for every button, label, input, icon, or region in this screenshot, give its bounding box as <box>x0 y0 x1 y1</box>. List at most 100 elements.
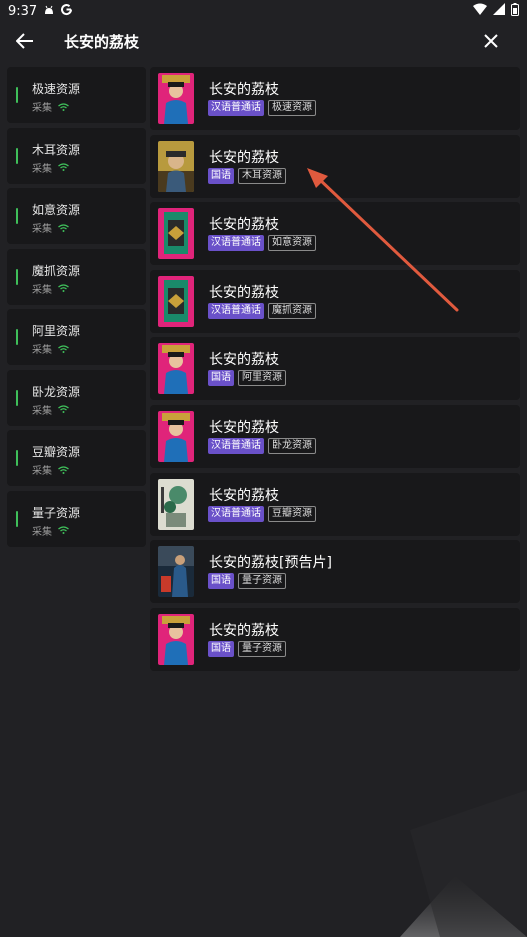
result-title: 长安的荔枝 <box>209 622 279 639</box>
signal-icon <box>493 3 505 19</box>
source-item-wolong[interactable]: 卧龙资源 采集 <box>7 369 146 426</box>
result-card[interactable]: 长安的荔枝 国语 阿里资源 <box>150 337 520 401</box>
source-name: 如意资源 <box>32 203 81 217</box>
source-indicator <box>16 87 18 103</box>
source-tag: 木耳资源 <box>238 167 286 184</box>
result-tags: 汉语普通话 豆瓣资源 <box>208 505 316 522</box>
result-title: 长安的荔枝 <box>209 149 279 166</box>
source-tag: 量子资源 <box>238 573 286 590</box>
result-tags: 汉语普通话 如意资源 <box>208 235 316 252</box>
source-tag: 魔抓资源 <box>268 302 316 319</box>
source-name: 卧龙资源 <box>32 384 81 399</box>
result-card[interactable]: 长安的荔枝 汉语普通话 魔抓资源 <box>150 269 520 333</box>
source-status: 采集 <box>32 523 69 538</box>
poster-image <box>158 546 194 598</box>
source-name: 豆瓣资源 <box>32 445 81 459</box>
result-tags: 汉语普通话 魔抓资源 <box>208 302 316 319</box>
result-title: 长安的荔枝 <box>209 284 279 301</box>
page-title: 长安的荔枝 <box>64 33 140 51</box>
source-tag: 卧龙资源 <box>268 437 316 454</box>
wifi-icon <box>58 163 69 171</box>
language-tag: 汉语普通话 <box>208 505 264 522</box>
source-item-liangzi[interactable]: 量子资源 采集 <box>7 490 146 547</box>
result-title: 长安的荔枝 <box>209 352 279 369</box>
result-tags: 汉语普通话 卧龙资源 <box>208 437 316 454</box>
language-tag: 汉语普通话 <box>208 437 264 454</box>
poster-image <box>158 410 194 462</box>
source-status: 采集 <box>32 341 69 356</box>
source-indicator <box>16 268 18 285</box>
status-right <box>473 2 519 20</box>
poster-image <box>158 478 194 530</box>
poster-image <box>158 613 194 665</box>
language-tag: 国语 <box>208 573 234 590</box>
close-button[interactable] <box>478 28 504 54</box>
source-status: 采集 <box>32 462 69 477</box>
language-tag: 国语 <box>208 640 234 657</box>
status-time: 9:37 <box>8 3 38 19</box>
language-tag: 国语 <box>208 167 234 184</box>
source-tag: 如意资源 <box>268 235 316 252</box>
result-title: 长安的荔枝 <box>209 217 279 234</box>
source-item-douban[interactable]: 豆瓣资源 采集 <box>7 430 146 486</box>
google-icon <box>60 3 73 19</box>
result-card[interactable]: 长安的荔枝 汉语普通话 极速资源 <box>150 67 520 130</box>
source-name: 阿里资源 <box>32 324 81 338</box>
source-tag: 阿里资源 <box>238 370 286 387</box>
source-status: 采集 <box>32 160 69 175</box>
source-status: 采集 <box>32 402 69 417</box>
source-name: 极速资源 <box>32 82 81 96</box>
source-tag: 量子资源 <box>238 640 286 657</box>
source-tag: 极速资源 <box>268 100 316 116</box>
source-status: 采集 <box>32 281 69 296</box>
wifi-icon <box>473 3 487 19</box>
wifi-icon <box>58 344 69 353</box>
result-tags: 国语 量子资源 <box>208 573 286 590</box>
wifi-icon <box>58 284 69 292</box>
result-card[interactable]: 长安的荔枝 国语 量子资源 <box>150 607 520 671</box>
source-tag: 豆瓣资源 <box>268 505 316 522</box>
source-item-muer[interactable]: 木耳资源 采集 <box>7 127 146 184</box>
result-title: 长安的荔枝 <box>209 487 279 504</box>
result-card[interactable]: 长安的荔枝 汉语普通话 豆瓣资源 <box>150 472 520 536</box>
results-list: 长安的荔枝 汉语普通话 极速资源 长安的荔枝 国语 木耳资源 长安的荔枝 汉语普… <box>150 67 520 675</box>
close-icon <box>484 34 498 48</box>
source-item-ruyi[interactable]: 如意资源 采集 <box>7 188 146 244</box>
result-tags: 国语 阿里资源 <box>208 370 286 387</box>
status-bar: 9:37 <box>0 0 527 22</box>
source-indicator <box>16 329 18 345</box>
poster-image <box>158 275 194 327</box>
back-arrow-icon <box>16 33 33 49</box>
poster-image <box>158 343 194 395</box>
source-name: 量子资源 <box>32 505 81 520</box>
result-card[interactable]: 长安的荔枝 汉语普通话 如意资源 <box>150 202 520 266</box>
result-card[interactable]: 长安的荔枝[预告片] 国语 量子资源 <box>150 540 520 604</box>
language-tag: 汉语普通话 <box>208 302 264 319</box>
source-name: 魔抓资源 <box>32 263 81 278</box>
poster-image <box>158 73 194 124</box>
wifi-icon <box>58 405 69 413</box>
result-tags: 汉语普通话 极速资源 <box>208 100 316 116</box>
wifi-icon <box>58 526 69 534</box>
source-status: 采集 <box>32 99 69 114</box>
back-button[interactable] <box>12 28 38 54</box>
source-item-ali[interactable]: 阿里资源 采集 <box>7 309 146 365</box>
wifi-icon <box>58 223 69 232</box>
wifi-icon <box>58 465 69 474</box>
result-title: 长安的荔枝[预告片] <box>209 555 332 572</box>
source-status: 采集 <box>32 220 69 235</box>
source-indicator <box>16 510 18 527</box>
language-tag: 汉语普通话 <box>208 100 264 116</box>
source-indicator <box>16 208 18 224</box>
source-indicator <box>16 147 18 164</box>
source-item-jisu[interactable]: 极速资源 采集 <box>7 67 146 123</box>
language-tag: 国语 <box>208 370 234 387</box>
result-title: 长安的荔枝 <box>209 82 279 98</box>
result-card[interactable]: 长安的荔枝 国语 木耳资源 <box>150 134 520 198</box>
wifi-icon <box>58 102 69 111</box>
source-item-mozhua[interactable]: 魔抓资源 采集 <box>7 248 146 305</box>
android-icon <box>43 4 55 19</box>
result-card[interactable]: 长安的荔枝 汉语普通话 卧龙资源 <box>150 404 520 468</box>
source-name: 木耳资源 <box>32 142 81 157</box>
poster-image <box>158 208 194 260</box>
